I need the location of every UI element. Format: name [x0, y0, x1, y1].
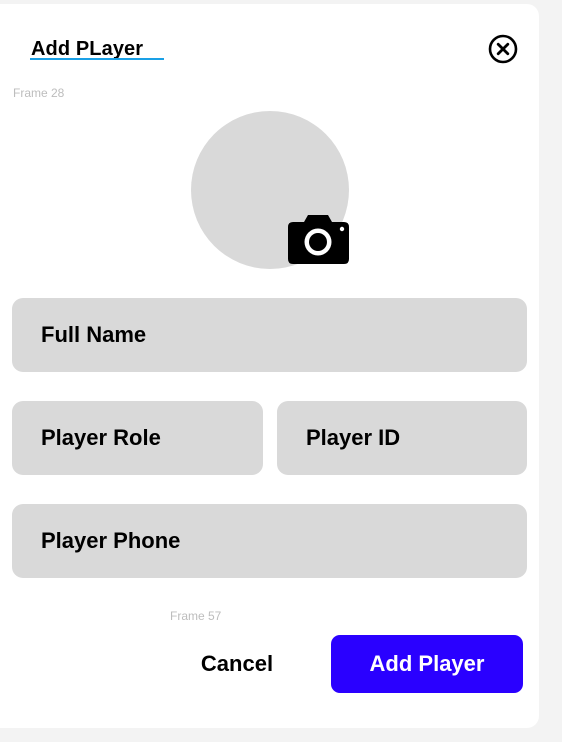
- add-player-button[interactable]: Add Player: [331, 635, 523, 693]
- title-underline: [30, 58, 164, 60]
- player-phone-field[interactable]: Player Phone: [12, 504, 527, 578]
- camera-icon[interactable]: [287, 213, 350, 265]
- player-id-field[interactable]: Player ID: [277, 401, 527, 475]
- player-role-field[interactable]: Player Role: [12, 401, 263, 475]
- close-icon[interactable]: [488, 34, 518, 64]
- full-name-field[interactable]: Full Name: [12, 298, 527, 372]
- frame-label-bottom: Frame 57: [170, 609, 222, 623]
- add-player-modal: Add PLayer Frame 28 Full Name Player Rol…: [0, 4, 539, 728]
- cancel-button[interactable]: Cancel: [180, 635, 294, 693]
- frame-label-top: Frame 28: [13, 86, 65, 100]
